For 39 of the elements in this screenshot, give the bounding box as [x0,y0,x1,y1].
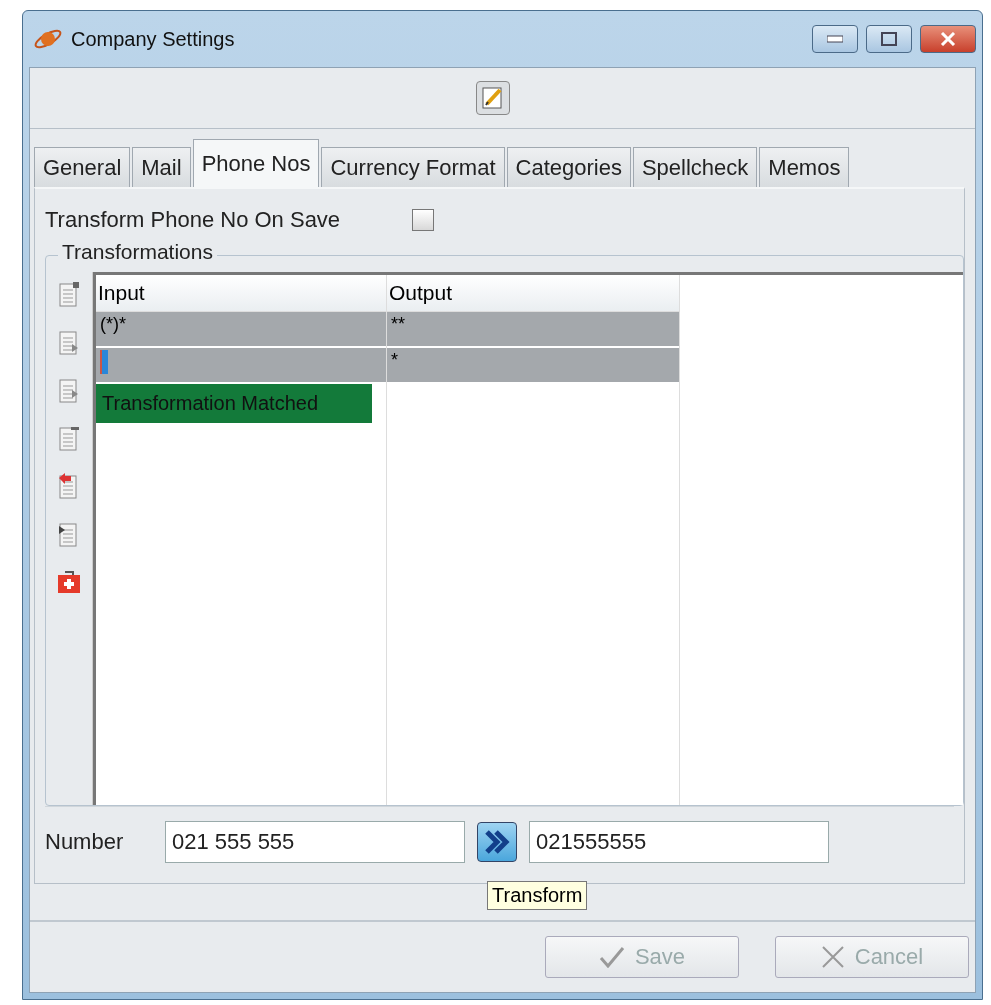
checkmark-icon [598,946,625,968]
result-input[interactable]: 021555555 [529,821,829,863]
undo-icon[interactable] [58,472,80,500]
tab[interactable]: Currency Format [321,147,505,187]
import-icon[interactable] [58,520,80,548]
add-row-icon[interactable] [58,280,80,308]
transform-button[interactable] [477,822,517,862]
maximize-icon [881,32,897,46]
insert-row-icon[interactable] [58,328,80,356]
tab[interactable]: Phone Nos [192,139,320,187]
number-input[interactable]: 021 555 555 [165,821,465,863]
close-icon [940,32,956,46]
table-cell[interactable] [96,348,386,382]
tab[interactable]: General [34,147,131,187]
number-label: Number [45,829,125,855]
pencil-icon [480,86,505,110]
tab[interactable]: Categories [506,147,631,187]
minimize-icon [827,35,843,43]
table-cell[interactable]: (*)* [96,312,386,346]
status-message: Transformation Matched [96,384,372,423]
text-cursor-icon [100,350,108,374]
tab[interactable]: Memos [759,147,850,187]
table-cell[interactable]: * [387,348,679,382]
edit-button[interactable] [475,81,510,115]
tab[interactable]: Spellcheck [632,147,758,187]
close-icon [820,945,845,969]
maximize-button[interactable] [866,25,912,53]
minimize-button[interactable] [812,25,858,53]
tab[interactable]: Mail [132,147,191,187]
checkbox-label: Transform Phone No On Save [45,207,341,233]
tooltip: Transform [487,881,588,910]
window-title: Company Settings [71,27,236,51]
checkbox[interactable] [412,209,435,231]
remove-row-icon[interactable] [58,424,80,452]
move-row-icon[interactable] [58,376,80,404]
first-aid-kit-icon[interactable] [57,568,81,594]
double-chevron-icon [483,828,511,856]
table-cell[interactable]: ** [387,312,679,346]
close-button[interactable] [920,25,976,53]
